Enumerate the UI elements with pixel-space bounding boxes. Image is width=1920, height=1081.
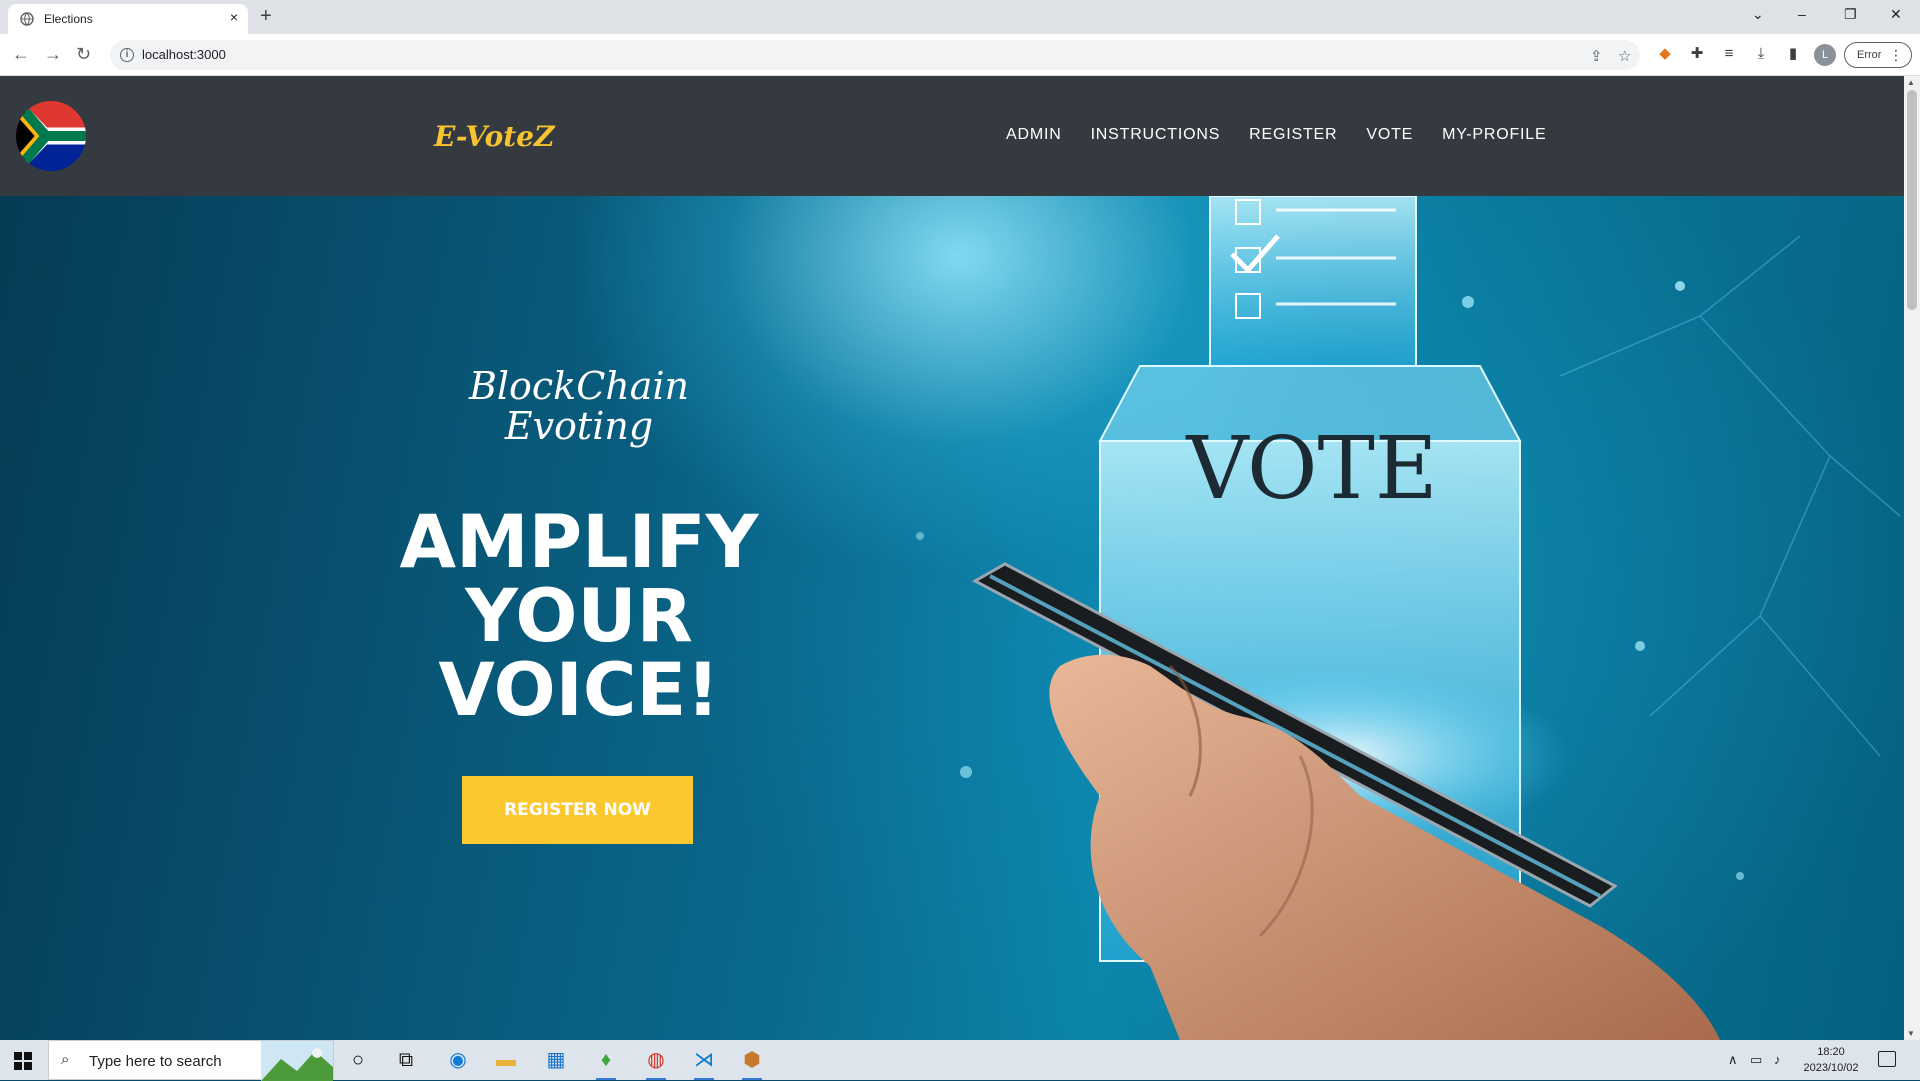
page-content: E-VoteZ ADMIN INSTRUCTIONS REGISTER VOTE… — [0, 76, 1904, 1040]
page-scrollbar[interactable]: ▲ ▼ — [1904, 76, 1920, 1040]
nav-admin[interactable]: ADMIN — [1006, 126, 1062, 144]
register-now-button[interactable]: REGISTER NOW — [462, 776, 693, 844]
hero-illustration: VOTE — [916, 196, 1901, 1040]
error-label: Error — [1857, 49, 1882, 61]
clock-date: 2023/10/02 — [1803, 1062, 1859, 1074]
cortana-icon[interactable]: ○ — [344, 1046, 372, 1074]
search-highlight-image — [261, 1041, 333, 1081]
forward-icon[interactable]: → — [44, 44, 62, 65]
tab-search-icon[interactable]: ⌄ — [1752, 6, 1764, 23]
task-view-icon[interactable]: ⧉ — [392, 1046, 420, 1074]
download-icon[interactable]: ⤓ — [1752, 45, 1770, 63]
hero-subtitle-line1: BlockChain — [468, 364, 690, 408]
windows-taskbar: ⌕ Type here to search ○ ⧉ ◉ ▬ ▦ ♦ ◍ ⋊ ⬢ … — [0, 1040, 1920, 1081]
ganache-icon[interactable]: ⬢ — [738, 1046, 766, 1080]
profile-avatar[interactable]: L — [1814, 44, 1836, 66]
main-nav: ADMIN INSTRUCTIONS REGISTER VOTE MY-PROF… — [1006, 126, 1546, 144]
hero-subtitle: BlockChain Evoting — [404, 366, 754, 446]
extensions-puzzle-icon[interactable]: ✚ — [1688, 45, 1706, 63]
site-info-icon[interactable]: i — [120, 48, 134, 62]
close-window-button[interactable]: ✕ — [1890, 6, 1902, 23]
ballot-box-vote-text: VOTE — [1185, 419, 1437, 519]
tab-title: Elections — [44, 12, 93, 26]
hero-headline-line3: VOICE! — [438, 648, 720, 733]
site-header: E-VoteZ ADMIN INSTRUCTIONS REGISTER VOTE… — [0, 76, 1904, 196]
address-bar[interactable]: i localhost:3000 ⇪ ☆ — [110, 40, 1640, 70]
nav-vote[interactable]: VOTE — [1366, 126, 1413, 144]
hero-subtitle-line2: Evoting — [504, 404, 654, 448]
error-button[interactable]: Error ⋮ — [1844, 42, 1912, 68]
vscode-icon[interactable]: ⋊ — [690, 1046, 718, 1080]
back-icon[interactable]: ← — [12, 44, 30, 65]
app-green-icon[interactable]: ♦ — [592, 1046, 620, 1080]
bookmark-star-icon[interactable]: ☆ — [1618, 47, 1631, 65]
share-icon[interactable]: ⇪ — [1590, 47, 1603, 65]
clock-time: 18:20 — [1817, 1046, 1845, 1058]
nav-register[interactable]: REGISTER — [1249, 126, 1337, 144]
restore-button[interactable]: ❐ — [1844, 6, 1857, 23]
network-icon[interactable]: ▭ — [1750, 1052, 1762, 1068]
taskbar-clock[interactable]: 18:20 2023/10/02 — [1796, 1044, 1866, 1076]
brand-logo-text[interactable]: E-VoteZ — [434, 120, 554, 153]
chrome-icon[interactable]: ◍ — [642, 1046, 670, 1080]
windows-start-icon[interactable] — [14, 1052, 32, 1070]
browser-tabstrip: Elections × + ⌄ – ❐ ✕ — [0, 0, 1920, 34]
taskbar-search-box[interactable]: ⌕ Type here to search — [48, 1040, 334, 1081]
metamask-extension-icon[interactable]: ◆ — [1656, 45, 1674, 63]
nav-instructions[interactable]: INSTRUCTIONS — [1091, 126, 1221, 144]
browser-tab[interactable]: Elections × — [8, 4, 248, 34]
side-panel-icon[interactable]: ▮ — [1784, 45, 1802, 63]
hero-section: VOTE BlockChain Evoting AMPLIFY YOUR VOI… — [0, 196, 1904, 1040]
notification-icon[interactable] — [1878, 1051, 1896, 1067]
volume-icon[interactable]: ♪ — [1774, 1052, 1781, 1067]
search-placeholder: Type here to search — [89, 1053, 222, 1070]
new-tab-button[interactable]: + — [260, 5, 272, 28]
scroll-up-arrow-icon[interactable]: ▲ — [1907, 78, 1915, 87]
scrollbar-thumb[interactable] — [1907, 90, 1917, 310]
menu-dots-icon: ⋮ — [1889, 47, 1903, 63]
store-icon[interactable]: ▦ — [542, 1046, 570, 1074]
tray-chevron-icon[interactable]: ∧ — [1728, 1052, 1738, 1068]
browser-toolbar: ← → ↻ i localhost:3000 ⇪ ☆ ◆ ✚ ≡ ⤓ ▮ L E… — [0, 34, 1920, 76]
hero-headline-line2: YOUR — [465, 574, 693, 659]
scroll-down-arrow-icon[interactable]: ▼ — [1907, 1029, 1915, 1038]
edge-icon[interactable]: ◉ — [444, 1046, 472, 1074]
search-icon: ⌕ — [61, 1051, 70, 1068]
nav-my-profile[interactable]: MY-PROFILE — [1442, 126, 1546, 144]
south-africa-flag-logo[interactable] — [16, 101, 86, 171]
file-explorer-icon[interactable]: ▬ — [492, 1046, 520, 1074]
hero-headline: AMPLIFY YOUR VOICE! — [354, 506, 804, 728]
url-text[interactable]: localhost:3000 — [142, 47, 226, 62]
reload-icon[interactable]: ↻ — [76, 44, 91, 65]
tab-close-icon[interactable]: × — [230, 9, 238, 25]
minimize-button[interactable]: – — [1798, 6, 1806, 22]
reading-list-icon[interactable]: ≡ — [1720, 45, 1738, 63]
globe-icon — [20, 12, 34, 26]
hero-headline-line1: AMPLIFY — [399, 500, 759, 585]
